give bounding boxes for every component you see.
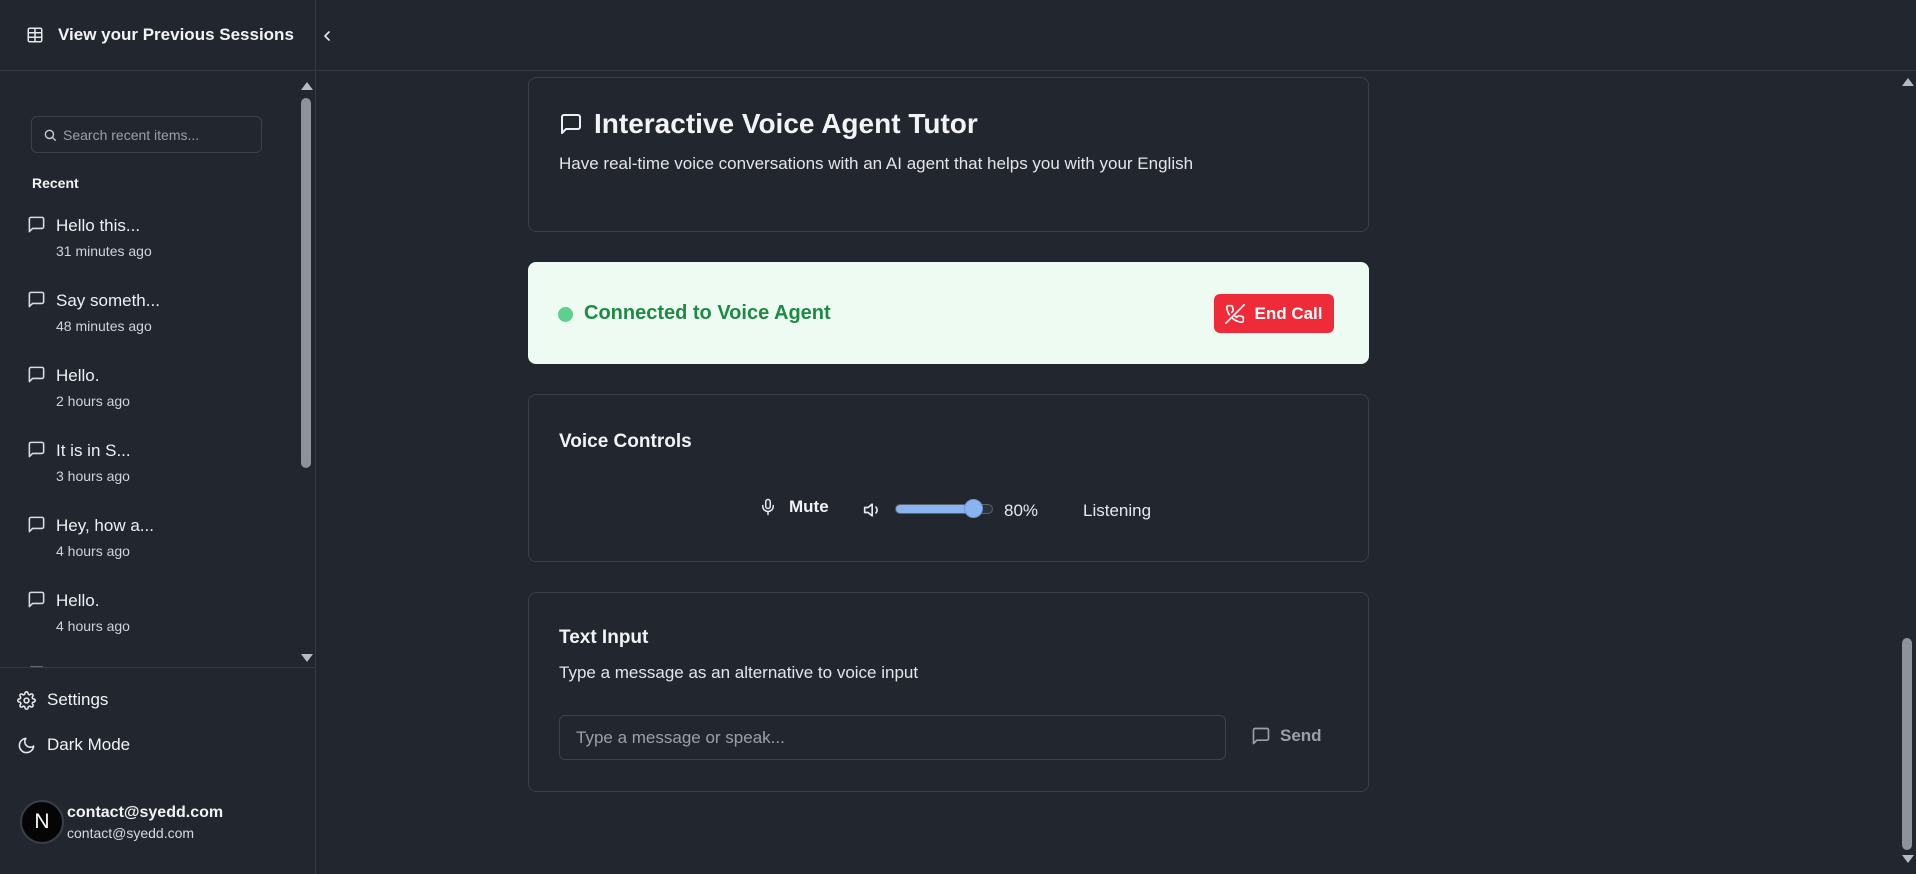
recent-item-title: Say someth... bbox=[56, 291, 160, 310]
search-input[interactable] bbox=[63, 126, 253, 143]
scroll-up-arrow-icon[interactable] bbox=[1902, 78, 1914, 86]
recent-item-time: 3 hours ago bbox=[56, 468, 130, 484]
recent-scroll-area: Recent Hello this... 31 minutes ago Say … bbox=[0, 72, 316, 668]
volume-slider-fill bbox=[896, 505, 973, 513]
recent-label: Recent bbox=[32, 175, 79, 191]
volume-value: 80% bbox=[1004, 501, 1039, 520]
recent-item-title: Hey, how a... bbox=[56, 516, 154, 535]
dark-mode-label: Dark Mode bbox=[47, 735, 131, 754]
search-icon bbox=[43, 128, 57, 142]
user-profile[interactable]: N contact@syedd.com contact@syedd.com bbox=[20, 800, 223, 844]
user-name: contact@syedd.com bbox=[67, 803, 224, 821]
message-square-icon bbox=[27, 515, 46, 534]
mute-label: Mute bbox=[789, 497, 829, 516]
recent-item-title: Hello. bbox=[56, 591, 100, 610]
send-button[interactable]: Send bbox=[1251, 726, 1322, 746]
recent-item[interactable]: Hello this... 31 minutes ago bbox=[0, 212, 296, 287]
recent-item[interactable]: Say someth... 48 minutes ago bbox=[0, 287, 296, 362]
volume-icon bbox=[863, 500, 883, 520]
main-content: Interactive Voice Agent Tutor Have real-… bbox=[317, 72, 1897, 874]
message-input[interactable] bbox=[559, 715, 1226, 760]
recent-item[interactable]: Hello. 2 hours ago bbox=[0, 362, 296, 437]
main-scrollbar[interactable] bbox=[1898, 72, 1916, 874]
end-call-button[interactable]: End Call bbox=[1214, 294, 1334, 333]
header-card: Interactive Voice Agent Tutor Have real-… bbox=[528, 77, 1369, 232]
recent-item-time: 4 hours ago bbox=[56, 543, 130, 559]
end-call-label: End Call bbox=[1254, 303, 1323, 323]
scroll-up-arrow-icon[interactable] bbox=[301, 82, 313, 90]
gear-icon bbox=[17, 690, 36, 710]
recent-item[interactable]: Hey, how a... 4 hours ago bbox=[0, 512, 296, 587]
scrollbar-thumb[interactable] bbox=[1902, 638, 1912, 850]
text-input-card: Text Input Type a message as an alternat… bbox=[528, 592, 1369, 792]
mute-button[interactable]: Mute bbox=[759, 497, 829, 517]
sidebar-header[interactable]: View your Previous Sessions bbox=[0, 0, 315, 71]
recent-item-time: 48 minutes ago bbox=[56, 318, 152, 334]
voice-controls-title: Voice Controls bbox=[559, 431, 692, 452]
scroll-down-arrow-icon[interactable] bbox=[301, 654, 313, 662]
sidebar: View your Previous Sessions Recent Hello… bbox=[0, 0, 316, 874]
scroll-down-arrow-icon[interactable] bbox=[1902, 855, 1914, 863]
moon-icon bbox=[17, 736, 36, 755]
recent-item-time: 31 minutes ago bbox=[56, 243, 152, 259]
volume-slider-thumb[interactable] bbox=[964, 499, 983, 518]
page-title: Interactive Voice Agent Tutor bbox=[594, 108, 978, 139]
status-dot bbox=[558, 307, 573, 322]
page-title-row: Interactive Voice Agent Tutor bbox=[559, 108, 978, 140]
sidebar-panel-icon bbox=[26, 26, 44, 44]
message-square-icon bbox=[27, 290, 46, 309]
sidebar-title: View your Previous Sessions bbox=[58, 25, 294, 44]
phone-off-icon bbox=[1225, 303, 1246, 324]
recent-item[interactable]: Hello. 4 hours ago bbox=[0, 587, 296, 662]
sidebar-scrollbar[interactable] bbox=[297, 72, 315, 667]
voice-controls-card: Voice Controls Mute 80% Listening bbox=[528, 394, 1369, 562]
avatar: N bbox=[20, 800, 64, 844]
message-square-icon bbox=[27, 215, 46, 234]
recent-item[interactable] bbox=[0, 662, 296, 667]
recent-item[interactable]: It is in S... 3 hours ago bbox=[0, 437, 296, 512]
user-email: contact@syedd.com bbox=[67, 824, 195, 841]
top-bar bbox=[317, 0, 1916, 71]
recent-list: Hello this... 31 minutes ago Say someth.… bbox=[0, 212, 296, 667]
message-square-icon bbox=[27, 590, 46, 609]
message-square-icon bbox=[27, 365, 46, 384]
message-square-icon bbox=[559, 112, 583, 136]
send-label: Send bbox=[1280, 726, 1322, 745]
status-text: Connected to Voice Agent bbox=[584, 302, 831, 324]
scrollbar-thumb[interactable] bbox=[301, 98, 311, 468]
recent-item-title: Hello this... bbox=[56, 216, 141, 235]
recent-item-title: It is in S... bbox=[56, 441, 131, 460]
message-square-icon bbox=[27, 665, 46, 667]
text-input-description: Type a message as an alternative to voic… bbox=[559, 663, 919, 682]
search-box bbox=[31, 116, 262, 153]
message-square-icon bbox=[1251, 726, 1271, 746]
voice-controls-row: Mute 80% Listening bbox=[529, 495, 1368, 525]
recent-item-time: 2 hours ago bbox=[56, 393, 130, 409]
message-square-icon bbox=[27, 440, 46, 459]
page-description: Have real-time voice conversations with … bbox=[559, 154, 1194, 173]
settings-button[interactable]: Settings bbox=[17, 690, 108, 710]
dark-mode-toggle[interactable]: Dark Mode bbox=[17, 735, 130, 755]
recent-item-time: 4 hours ago bbox=[56, 618, 130, 634]
settings-label: Settings bbox=[47, 690, 109, 709]
user-info: contact@syedd.com contact@syedd.com bbox=[67, 804, 223, 841]
listening-status: Listening bbox=[1083, 501, 1152, 520]
mic-icon bbox=[759, 498, 777, 516]
recent-item-title: Hello. bbox=[56, 366, 100, 385]
text-input-title: Text Input bbox=[559, 627, 649, 648]
chevron-left-icon[interactable] bbox=[319, 28, 335, 44]
connection-status-card: Connected to Voice Agent End Call bbox=[528, 262, 1369, 364]
